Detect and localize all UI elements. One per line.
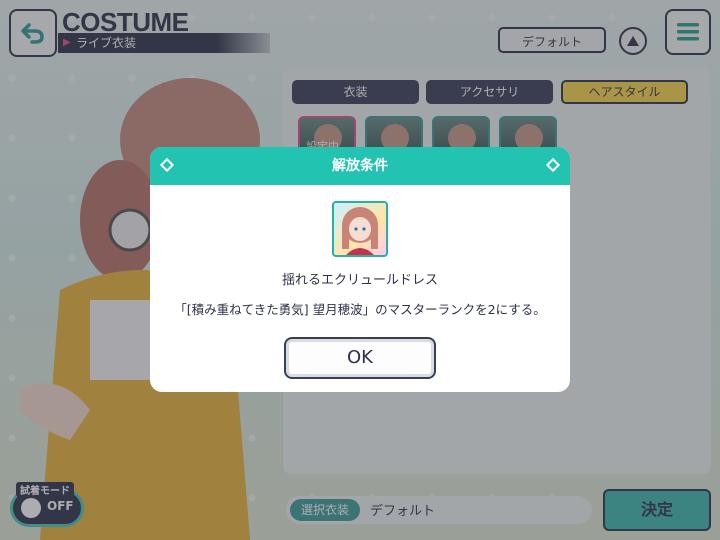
- dialog-title: 解放条件: [332, 158, 388, 174]
- dialog-header: 解放条件: [150, 147, 570, 185]
- item-name: 揺れるエクリュールドレス: [281, 273, 438, 288]
- character-portrait-icon: [342, 207, 378, 255]
- diamond-icon: [159, 157, 175, 173]
- unlock-condition-text: 「[積み重ねてきた勇気] 望月穂波」のマスターランクを2にする。: [174, 302, 546, 317]
- diamond-icon: [545, 157, 561, 173]
- unlock-condition-dialog: 解放条件 揺れるエクリュールドレス 「[積み重ねてきた勇気] 望月穂波」のマスタ…: [150, 147, 570, 392]
- ok-button[interactable]: OK: [284, 337, 436, 379]
- character-thumbnail: [332, 201, 388, 257]
